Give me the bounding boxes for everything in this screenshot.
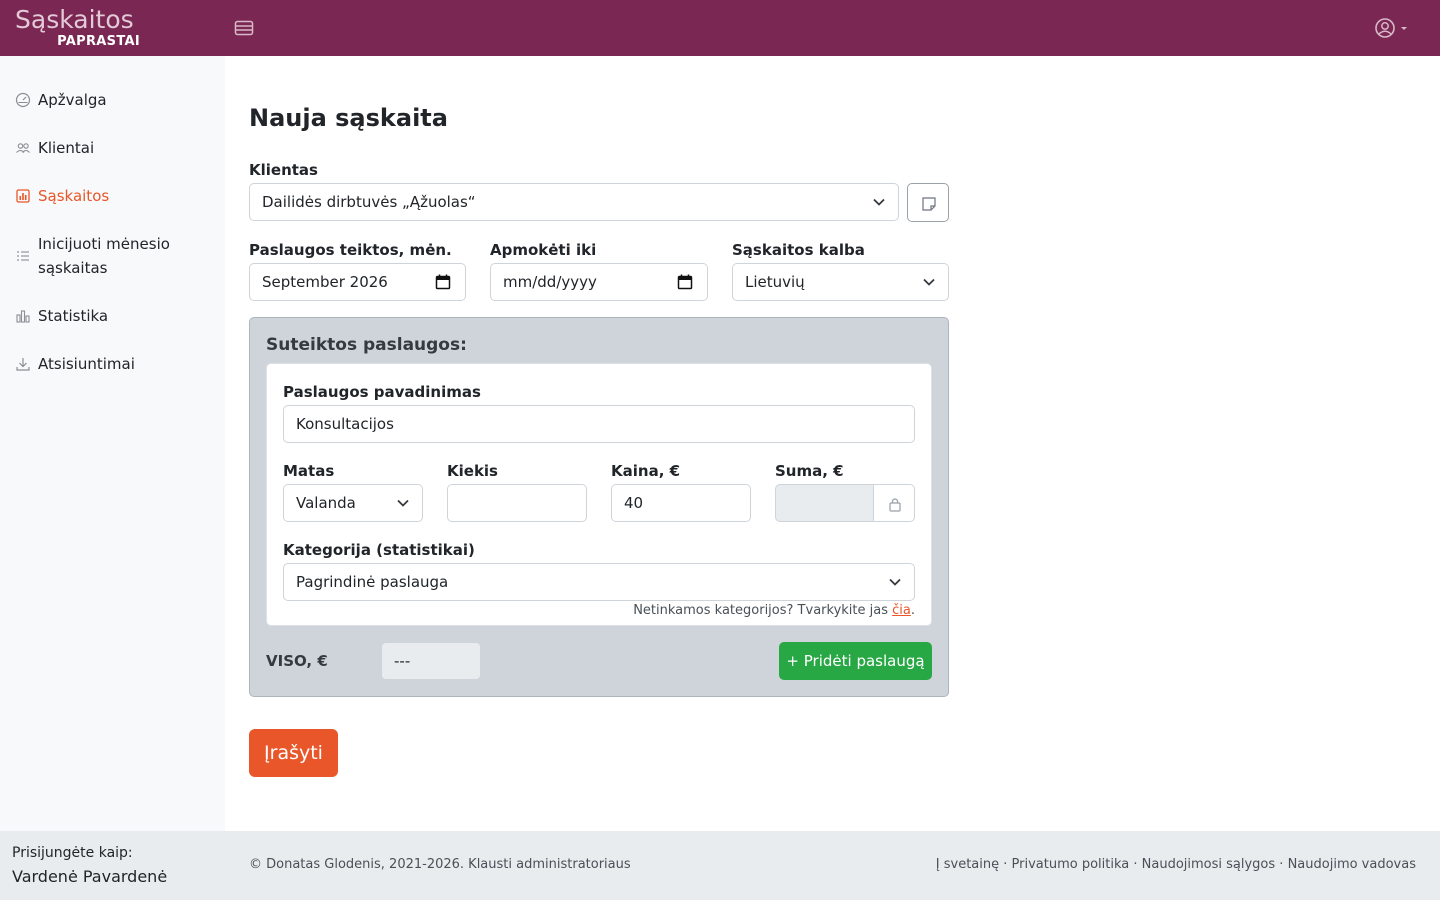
sum-label: Suma, €	[775, 462, 844, 480]
sidebar-item-label: Statistika	[38, 307, 109, 325]
save-button[interactable]: Įrašyti	[249, 729, 338, 777]
services-title: Suteiktos paslaugos:	[266, 335, 467, 355]
sidebar-item-inicijuoti[interactable]: Inicijuoti mėnesio sąskaitas	[0, 232, 225, 280]
lock-icon	[889, 498, 901, 512]
sidebar-toggle-icon[interactable]	[234, 18, 254, 38]
sidebar-item-label: Inicijuoti mėnesio sąskaitas	[38, 235, 170, 277]
service-month-label: Paslaugos teiktos, mėn.	[249, 241, 452, 259]
dashboard-icon	[15, 92, 31, 108]
sum-input	[775, 484, 874, 522]
client-edit-button[interactable]	[907, 183, 949, 222]
contact-admin-link[interactable]: Klausti administratoriaus	[468, 857, 630, 872]
sidebar-item-label: Apžvalga	[38, 91, 107, 109]
price-label: Kaina, €	[611, 462, 681, 480]
due-date-input[interactable]: mm/dd/yyyy	[490, 263, 708, 301]
invoice-chart-icon	[16, 189, 30, 203]
total-label: VISO, €	[266, 652, 328, 670]
list-icon	[17, 251, 29, 261]
total-value: ---	[381, 642, 481, 680]
category-select[interactable]: Pagrindinė paslauga	[283, 563, 915, 601]
logged-in-user: Vardenė Pavardenė	[12, 867, 168, 886]
sidebar-item-statistika[interactable]: Statistika	[0, 304, 225, 328]
invoice-language-select[interactable]: Lietuvių	[732, 263, 949, 301]
due-date-placeholder: mm/dd/yyyy	[503, 273, 597, 291]
invoice-language-label: Sąskaitos kalba	[732, 241, 865, 259]
manage-categories-link[interactable]: čia	[892, 603, 911, 618]
client-select[interactable]: Dailidės dirbtuvės „Ąžuolas“	[249, 183, 899, 221]
category-help-text: Netinkamos kategorijos? Tvarkykite jas č…	[560, 603, 915, 618]
footer-link-guide[interactable]: Naudojimo vadovas	[1288, 857, 1416, 872]
unit-value: Valanda	[296, 494, 356, 512]
sidebar: Apžvalga Klientai Sąskaitos Inicijuoti m…	[0, 56, 225, 831]
sum-lock-button[interactable]	[873, 484, 915, 522]
unit-label: Matas	[283, 462, 335, 480]
footer-link-privacy[interactable]: Privatumo politika	[1012, 857, 1130, 872]
brand-tagline: PAPRASTAI	[57, 34, 140, 49]
sidebar-item-apzvalga[interactable]: Apžvalga	[0, 88, 225, 112]
add-service-button[interactable]: + Pridėti paslaugą	[779, 642, 932, 680]
footer-separator: ·	[1129, 857, 1142, 872]
sidebar-item-klientai[interactable]: Klientai	[0, 136, 225, 160]
chevron-down-icon	[923, 278, 935, 286]
page-title: Nauja sąskaita	[249, 104, 448, 132]
price-input[interactable]: 40	[611, 484, 751, 522]
copyright: © Donatas Glodenis, 2021-2026. Klausti a…	[249, 857, 631, 872]
logged-in-label: Prisijungėte kaip:	[12, 845, 133, 861]
calendar-icon[interactable]	[435, 274, 451, 290]
brand-logo[interactable]: Sąskaitos PAPRASTAI	[15, 5, 145, 51]
service-name-value: Konsultacijos	[296, 415, 394, 433]
chevron-down-icon	[889, 578, 901, 586]
user-account-icon[interactable]	[1374, 16, 1410, 40]
footer-separator: ·	[1275, 857, 1288, 872]
copyright-text: © Donatas Glodenis, 2021-2026.	[249, 857, 469, 872]
footer-links: Į svetainę · Privatumo politika · Naudoj…	[900, 857, 1416, 872]
sidebar-item-label: Sąskaitos	[38, 187, 110, 205]
service-month-value: September 2026	[262, 273, 388, 291]
quantity-label: Kiekis	[447, 462, 498, 480]
footer-link-website[interactable]: Į svetainę	[936, 857, 999, 872]
category-help-suffix: .	[910, 603, 915, 618]
service-month-input[interactable]: September 2026	[249, 263, 466, 301]
footer-link-terms[interactable]: Naudojimosi sąlygos	[1142, 857, 1276, 872]
category-help-prefix: Netinkamos kategorijos? Tvarkykite jas	[633, 603, 893, 618]
unit-select[interactable]: Valanda	[283, 484, 423, 522]
sidebar-item-label: Atsisiuntimai	[38, 355, 135, 373]
price-value: 40	[624, 494, 644, 512]
client-select-value: Dailidės dirbtuvės „Ąžuolas“	[262, 193, 476, 211]
sidebar-item-atsisiuntimai[interactable]: Atsisiuntimai	[0, 352, 225, 376]
download-icon	[16, 358, 30, 371]
chevron-down-icon	[397, 499, 409, 507]
due-date-label: Apmokėti iki	[490, 241, 597, 259]
service-name-label: Paslaugos pavadinimas	[283, 383, 481, 401]
sidebar-item-saskaitos[interactable]: Sąskaitos	[0, 184, 225, 208]
chevron-down-icon	[873, 198, 885, 206]
invoice-language-value: Lietuvių	[745, 273, 805, 291]
category-label: Kategorija (statistikai)	[283, 541, 475, 559]
service-name-input[interactable]: Konsultacijos	[283, 405, 915, 443]
client-label: Klientas	[249, 161, 318, 179]
calendar-icon[interactable]	[677, 274, 693, 290]
footer-separator: ·	[999, 857, 1012, 872]
category-value: Pagrindinė paslauga	[296, 573, 449, 591]
top-navbar: Sąskaitos PAPRASTAI	[0, 0, 1440, 56]
sidebar-item-label: Klientai	[38, 139, 95, 157]
quantity-input[interactable]	[447, 484, 587, 522]
users-icon	[16, 143, 30, 153]
statistics-icon	[16, 310, 30, 323]
note-icon	[922, 197, 936, 211]
brand-name: Sąskaitos	[15, 5, 134, 34]
